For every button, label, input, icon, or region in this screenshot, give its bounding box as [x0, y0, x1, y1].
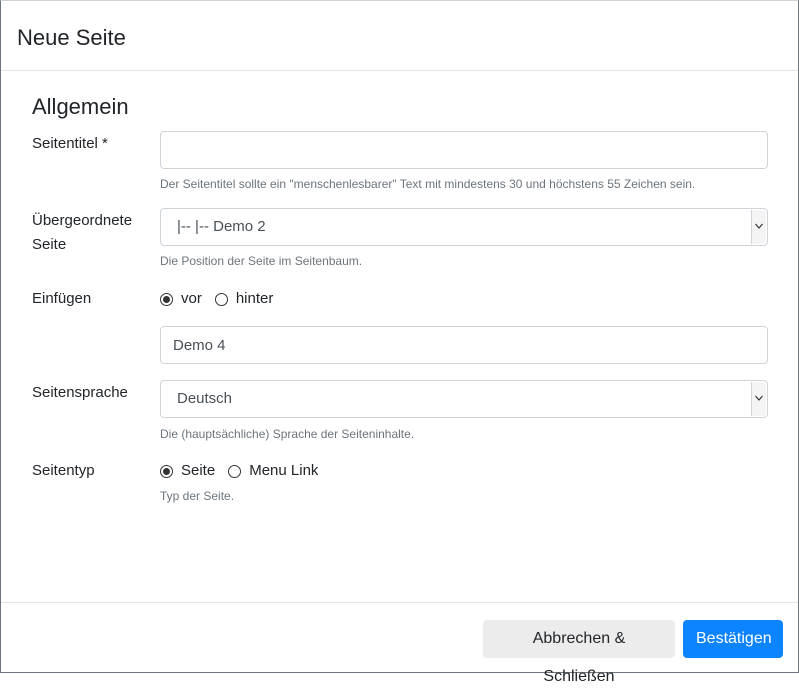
- modal-header: Neue Seite: [1, 1, 798, 71]
- insert-after-radio[interactable]: [214, 292, 228, 306]
- page-type-page-radio[interactable]: [160, 464, 173, 478]
- page-type-menu-link-radio[interactable]: [228, 464, 242, 478]
- insert-before-label[interactable]: vor: [181, 289, 202, 309]
- parent-page-select[interactable]: |-- |-- Demo 2: [160, 208, 768, 246]
- insert-radio-group: vor hinter: [160, 289, 286, 309]
- insert-after-label[interactable]: hinter: [236, 289, 274, 309]
- insert-label: Einfügen: [32, 290, 92, 307]
- modal-title: Neue Seite: [17, 25, 126, 50]
- page-title-help: Der Seitentitel sollte ein "menschenlesb…: [160, 177, 696, 191]
- chevron-down-icon: [755, 395, 763, 401]
- chevron-down-icon: [755, 223, 763, 229]
- page-title-label: Seitentitel *: [32, 135, 108, 152]
- page-title-input[interactable]: [160, 131, 768, 169]
- parent-page-label-line1: Übergeordnete: [32, 212, 133, 229]
- new-page-modal: Neue Seite Allgemein Seitentitel * Der S…: [0, 0, 799, 685]
- page-type-label: Seitentyp: [32, 462, 95, 479]
- page-type-menu-link-label[interactable]: Menu Link: [249, 461, 318, 481]
- parent-page-selected: |-- |-- Demo 2: [177, 218, 266, 235]
- language-label: Seitensprache: [32, 384, 128, 401]
- page-type-radio-group: Seite Menu Link: [160, 461, 331, 481]
- insert-before-radio[interactable]: [160, 292, 173, 306]
- modal-footer: Abbrechen & Schließen Bestätigen: [1, 602, 798, 685]
- language-help: Die (hauptsächliche) Sprache der Seiteni…: [160, 427, 415, 441]
- language-selected: Deutsch: [177, 390, 233, 407]
- parent-page-dropdown-button[interactable]: [751, 210, 766, 244]
- page-type-help: Typ der Seite.: [160, 489, 235, 503]
- page-type-page-label[interactable]: Seite: [181, 461, 215, 481]
- insert-reference-input[interactable]: [160, 326, 768, 364]
- confirm-button[interactable]: Bestätigen: [683, 620, 783, 658]
- cancel-close-button[interactable]: Abbrechen & Schließen: [483, 620, 675, 685]
- parent-page-help: Die Position der Seite im Seitenbaum.: [160, 254, 363, 268]
- section-title: Allgemein: [32, 94, 129, 119]
- parent-page-label-line2: Seite: [32, 236, 67, 253]
- parent-page-label: Übergeordnete Seite: [32, 209, 152, 257]
- language-select[interactable]: Deutsch: [160, 380, 768, 418]
- language-dropdown-button[interactable]: [751, 382, 766, 416]
